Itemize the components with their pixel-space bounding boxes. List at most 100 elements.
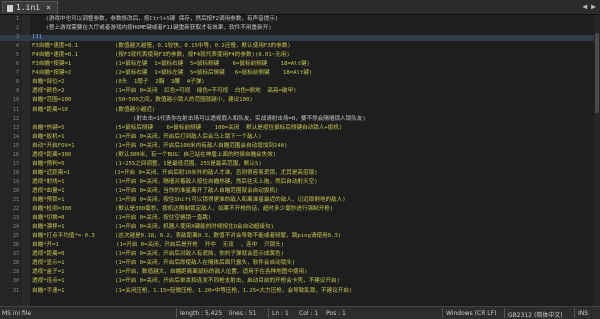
line-number: 1 (15, 16, 19, 22)
code-text: F4自瞄*速度=0.1 (按F3就代表使用F3的参数，按F4就代表使用F4的参数… (32, 52, 290, 59)
code-text: 自瞄*打点平均值*=-0.3 (这次越是0.18，0.2，表敌距离0.3，数值不… (32, 233, 342, 240)
code-text: 自瞄*手速=1 (1=关闭压枪，1.15=轻微压枪，1.20=中等压枪，1.25… (32, 287, 353, 294)
vertical-scrollbar[interactable] (594, 15, 600, 307)
tab-label: 1.ini (16, 3, 41, 12)
code-text: 透视*连点=1 (1=开启 0=关闭，开启后单发和连发不同枪支射击，启动目前的开… (32, 278, 340, 285)
doc-length: length : 5,425 (180, 310, 223, 317)
code-text: 自瞄*范围=100 (50~500之间，数值越小锁人的范围就越小，建议100) (32, 97, 253, 104)
eol-format[interactable]: Windows (CR LF) (446, 310, 496, 317)
code-line[interactable]: 29 透视*盒子=1 (1=开启，数值越大，自瞄距离离鼠标的敌人位置。适用于在各种… (0, 270, 600, 276)
code-text: 自瞄*漂移=1 (1=开启 0=关闭，机器人使用X键能的时候按住Q会自动超级勾) (32, 224, 274, 231)
code-text: 透视*距离=0 (1=开启 0=关闭，开启后对敌人有遮挡，你的子弹就会显示成黄色… (32, 251, 285, 258)
tab-scroll-arrows: ◀ ▶ (582, 2, 596, 11)
line-number: 22 (12, 206, 19, 213)
code-text: F4自瞄*按键=2 (2=鼠标右键 1=鼠标左键 5=鼠标后侧键 6=鼠标前侧键… (32, 70, 313, 77)
code-line[interactable]: 1 (游戏中也可以调整参数，参数修改后，按Ctrl+S键 保存，然后按F2调用参… (0, 16, 600, 23)
line-number: 14 (12, 133, 19, 140)
line-number: 7 (15, 70, 19, 77)
line-number: 24 (12, 224, 19, 231)
code-line[interactable]: 8 自瞄*部位=2 (0头 1脖子 2胸 3腰 4子弹) (0, 80, 600, 86)
code-line[interactable]: 26 自瞄*开=1 (1=开启 0=关闭，开启后是开枪 开中 无双 ，连中 只锁头… (0, 243, 600, 249)
code-line[interactable]: 30 透视*连点=1 (1=开启 0=关闭，开启后单发和连发不同枪支射击，启动目前… (0, 279, 600, 285)
code-line[interactable]: 2 (登上游戏需要在大厅或者游戏内按HOME键或者F11键重新获取才有效果，软件… (0, 25, 600, 32)
code-line[interactable]: 6 F3自瞄*按键=1 (1=鼠标左键 1=鼠标右键 5=鼠标侧键 6=鼠标前侧键… (0, 62, 600, 68)
code-line[interactable]: 12 (射击击=1代表你在射击场可以透视假人和队友，实战请射击场=0，要不然会隔… (0, 115, 600, 123)
code-text: 自瞄*近距离=1 (1=开启 0=关闭，开启后射10米外的敌人才准，否则很容易丢… (32, 169, 318, 176)
code-line[interactable]: 5 F4自瞄*速度=0.1 (按F3就代表使用F3的参数，按F4就代表使用F4的参… (0, 53, 600, 59)
file-type: MS ini file (2, 310, 32, 317)
line-number: 21 (12, 197, 19, 203)
line-number: 28 (12, 260, 19, 267)
code-text: (射击击=1代表你在射击场可以透视假人和队友，实战请射击场=0，要不然会隔墙锁人… (32, 115, 366, 122)
line-number: 4 (15, 43, 19, 50)
line-number: 25 (12, 233, 19, 240)
code-line[interactable]: 21 自瞄*预锁=1 (1=开启 0=关闭，按住Shift可以锁得更准的敌人和离准… (0, 197, 600, 204)
code-line[interactable]: 14 自瞄*扳机=1 (1=开启 0=关闭，开启后打到敌人后会马上锁下一个敌人) (0, 133, 600, 141)
code-text: 透视*距离=300 (默认300米，有一个BUG：自己站在神盾上面的时候自瞄会失… (32, 151, 277, 158)
code-line[interactable]: 19 透视*射线=1 (1=开启 0=关闭，隔墙对着敌人按住自瞄热键，然后往天上拖… (0, 178, 600, 186)
code-text: 透视*血量=1 (1=开启 0=关闭，当你的准星离开了敌人自瞄范围就会自动扳机) (32, 187, 279, 194)
tab-bar: 1.ini × ◀ ▶ (0, 0, 600, 15)
line-number: 17 (12, 160, 19, 167)
code-text: 自瞄*距离=10 (数值越小越近) (32, 106, 156, 113)
line-number: 3 (15, 34, 19, 41)
code-line[interactable]: 27 透视*距离=0 (1=开启 0=关闭，开启后对敌人有遮挡，你的子弹就会显示成… (0, 252, 600, 258)
close-icon[interactable]: × (46, 2, 51, 14)
line-number: 9 (15, 88, 19, 95)
code-line[interactable]: 17 自瞄*预判=5 (1~255之间调整，1是最低范围，255是最高范围，默认5… (0, 160, 600, 168)
line-number: 29 (12, 269, 19, 276)
code-text: 自瞄*扳机=1 (1=开启 0=关闭，开启后打到敌人后会马上锁下一个敌人) (32, 133, 262, 140)
line-number: 2 (15, 25, 19, 32)
editor[interactable]: 1 (游戏中也可以调整参数，参数修改后，按Ctrl+S键 保存，然后按F2调用参… (0, 15, 600, 307)
code-text: 自动*开启FOV=1 (1=开启 0=关闭，开启后100米内有敌人自瞄范围会自动… (32, 142, 288, 149)
cursor-pos: Pos : 1 (326, 310, 346, 317)
code-line[interactable]: 31 自瞄*手速=1 (1=关闭压枪，1.15=轻微压枪，1.20=中等压枪，1.… (0, 287, 600, 295)
code-text: (游戏中也可以调整参数，参数修改后，按Ctrl+S键 保存，然后按F2调用参数，… (32, 16, 279, 22)
code-line[interactable]: 13 自瞄*热键=5 (5=鼠标后侧键 6=鼠标前侧键 100=关闭 默认是按住鼠… (0, 125, 600, 132)
code-line[interactable]: 25 自瞄*打点平均值*=-0.3 (这次越是0.18，0.2，表敌距离0.3，数… (0, 234, 600, 240)
code-text: 自瞄*预判=5 (1~255之间调整，1是最低范围，255是最高范围，默认5) (32, 160, 262, 167)
cursor-col: Col : 1 (299, 310, 319, 317)
code-text: 自瞄*预锁=1 (1=开启 0=关闭，按住Shift可以锁得更准的敌人和离准星最… (32, 197, 346, 203)
line-number: 5 (15, 52, 19, 59)
code-text: 自瞄*开=1 (1=开启 0=关闭，开启后是开枪 开中 无双 ，连中 只锁头) (32, 242, 285, 249)
code-line[interactable]: 22 自瞄*检测=300 (默认是300毫秒，按机达限制锁定敌人，如果不开枪的话，… (0, 206, 600, 213)
code-text: F3自瞄*速度=0.1 (数值越大越慢，0.1较快，0.15中等，0.2还慢，默… (32, 43, 291, 50)
code-line[interactable]: 3 [1] (0, 34, 600, 41)
code-text: 透视*显示=1 (1=开启 0=关闭，开启后即使敌人在掩体后面只露头，软件会自动… (32, 260, 296, 267)
line-number: 6 (15, 61, 19, 68)
line-number: 8 (15, 79, 19, 86)
tab-left-arrow-icon[interactable]: ◀ (582, 2, 587, 11)
line-number: 16 (12, 151, 19, 158)
code-text: 自瞄*切换=0 (1=开启 0=关闭，按住空格锁一直跳) (32, 215, 212, 222)
code-line[interactable]: 9 透视*颜色=2 (1=开启 0=关闭 红色=可视 绿色=不可视 白色=倒地 高… (0, 89, 600, 95)
code-line[interactable]: 23 自瞄*切换=0 (1=开启 0=关闭，按住空格锁一直跳) (0, 215, 600, 222)
encoding[interactable]: GB2312 (简体中文) (508, 310, 563, 319)
code-line[interactable]: 28 透视*显示=1 (1=开启 0=关闭，开启后即使敌人在掩体后面只露头，软件会… (0, 261, 600, 267)
code-line[interactable]: 4 F3自瞄*速度=0.1 (数值越大越慢，0.1较快，0.15中等，0.2还慢，… (0, 44, 600, 50)
code-line[interactable]: 10 自瞄*范围=100 (50~500之间，数值越小锁人的范围就越小，建议100… (0, 98, 600, 104)
line-number: 11 (12, 106, 19, 113)
line-number: 19 (12, 178, 19, 185)
code-text: 自瞄*部位=2 (0头 1脖子 2胸 3腰 4子弹) (32, 79, 205, 86)
file-icon (7, 4, 13, 12)
line-number: 31 (12, 287, 19, 294)
status-bar: MS ini file length : 5,425 lines : 51 Ln… (0, 306, 600, 319)
tab-right-arrow-icon[interactable]: ▶ (591, 2, 596, 11)
code-line[interactable]: 16 透视*距离=300 (默认300米，有一个BUG：自己站在神盾上面的时候自瞄… (0, 151, 600, 159)
tab-file[interactable]: 1.ini × (2, 1, 58, 14)
scrollbar-thumb[interactable] (595, 33, 599, 113)
code-text: (登上游戏需要在大厅或者游戏内按HOME键或者F11键重新获取才有效果，软件不用… (32, 25, 272, 32)
code-line[interactable]: 24 自瞄*漂移=1 (1=开启 0=关闭，机器人使用X键能的时候按住Q会自动超级… (0, 225, 600, 231)
line-number: 12 (12, 115, 19, 122)
code-line[interactable]: 7 F4自瞄*按键=2 (2=鼠标右键 1=鼠标左键 5=鼠标后侧键 6=鼠标前侧… (0, 71, 600, 77)
code-text: 透视*盒子=1 (1=开启，数值越大，自瞄距离离鼠标的敌人位置。适用于在各种地图… (32, 269, 308, 276)
code-text: 自瞄*检测=300 (默认是300毫秒，按机达限制锁定敌人，如果不开枪的话，超时… (32, 206, 334, 213)
code-line[interactable]: 15 自动*开启FOV=1 (1=开启 0=关闭，开启后100米内有敌人自瞄范围会… (0, 142, 600, 150)
code-line[interactable]: 18 自瞄*近距离=1 (1=开启 0=关闭，开启后射10米外的敌人才准，否则很容… (0, 169, 600, 177)
code-line[interactable]: 20 透视*血量=1 (1=开启 0=关闭，当你的准星离开了敌人自瞄范围就会自动扳… (0, 187, 600, 195)
insert-mode[interactable]: INS (578, 310, 588, 317)
code-line[interactable]: 11 自瞄*距离=10 (数值越小越近) (0, 106, 600, 114)
line-number: 26 (12, 242, 19, 249)
line-number: 27 (12, 251, 19, 258)
